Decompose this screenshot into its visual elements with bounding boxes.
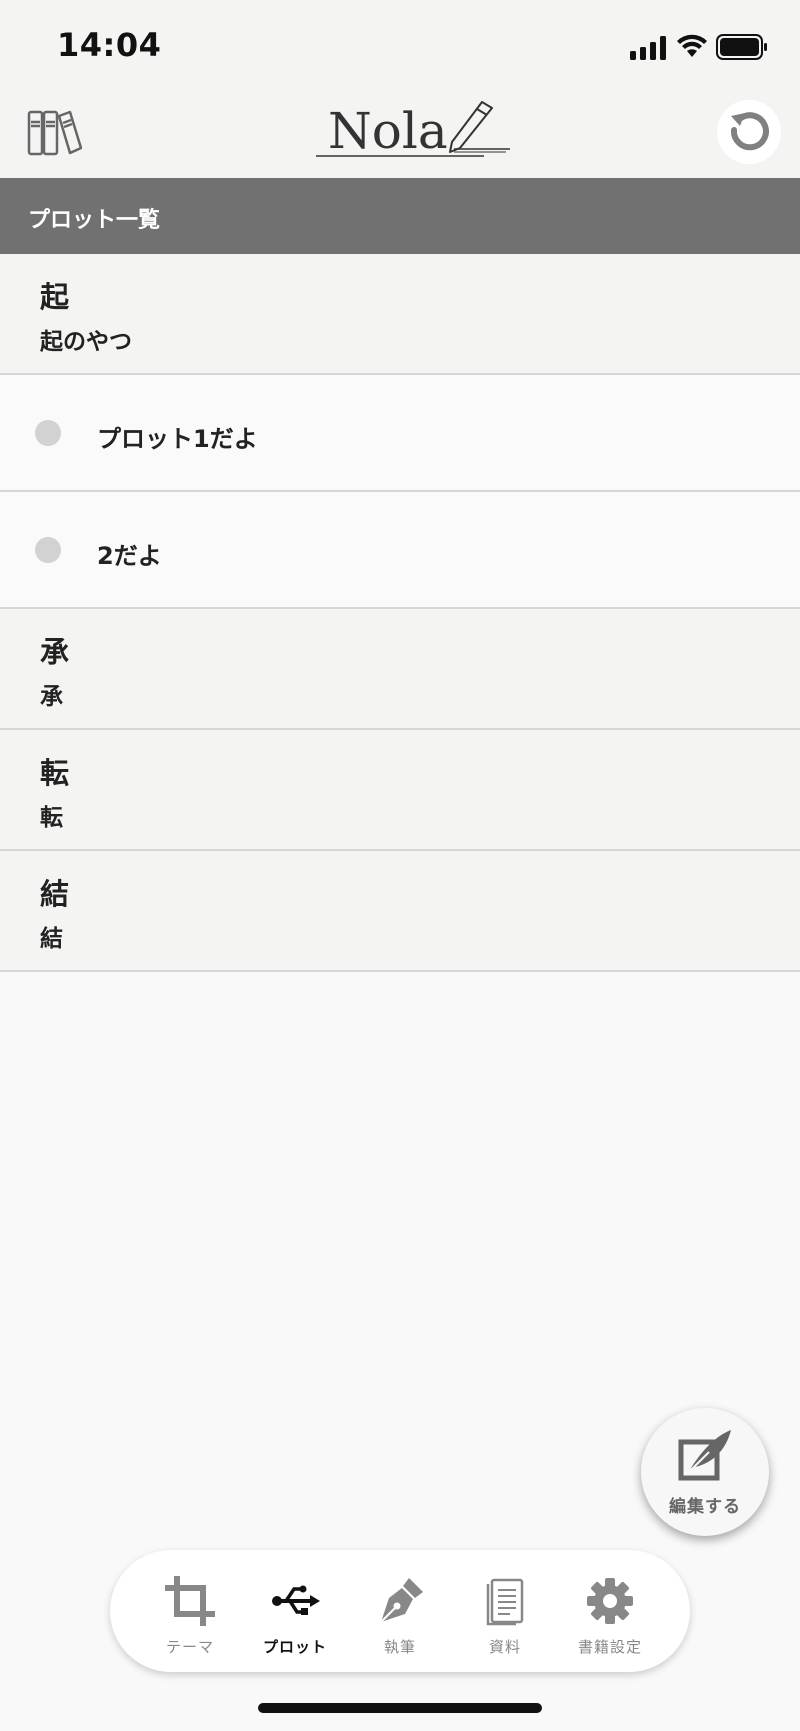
act-item-ki[interactable]: 起 起のやつ — [0, 254, 800, 375]
act-subtitle: 承 — [40, 684, 63, 710]
crop-icon — [165, 1576, 215, 1626]
gear-icon — [587, 1578, 633, 1624]
pen-nib-icon — [380, 1578, 423, 1623]
act-item-sho[interactable]: 承 承 — [0, 609, 800, 730]
battery-icon — [716, 34, 767, 60]
refresh-button[interactable] — [717, 100, 781, 164]
edit-button[interactable]: 編集する — [641, 1408, 769, 1536]
tab-writing[interactable]: 執筆 — [348, 1550, 452, 1672]
act-subtitle: 結 — [40, 926, 63, 952]
act-item-ketsu[interactable]: 結 結 — [0, 851, 800, 972]
plot-list-header: プロット一覧 — [0, 178, 800, 254]
cellular-signal-icon — [630, 36, 666, 60]
timeline-dot — [35, 537, 61, 563]
edit-button-label: 編集する — [669, 1497, 741, 1517]
tab-label: 資料 — [488, 1638, 521, 1656]
act-title: 転 — [40, 756, 70, 790]
act-title: 承 — [40, 635, 70, 669]
act-subtitle: 転 — [40, 805, 63, 831]
refresh-icon — [730, 112, 769, 151]
app-header: Nola — [0, 92, 800, 178]
home-indicator — [258, 1703, 542, 1713]
plot-item[interactable]: プロット1だよ — [0, 375, 800, 492]
act-item-ten[interactable]: 転 転 — [0, 730, 800, 851]
document-icon — [486, 1578, 524, 1626]
tab-label: テーマ — [165, 1638, 214, 1656]
tab-label: 書籍設定 — [577, 1638, 642, 1656]
status-bar: 14:04 — [0, 0, 800, 92]
section-title: プロット一覧 — [28, 208, 161, 233]
tab-bar: テーマ プロット 執筆 資料 書籍設定 — [110, 1550, 690, 1672]
plot-title: 2だよ — [97, 542, 162, 570]
tab-materials[interactable]: 資料 — [453, 1550, 557, 1672]
edit-quill-icon — [678, 1430, 731, 1481]
timeline-dot — [35, 420, 61, 446]
plot-list: 起 起のやつ プロット1だよ 2だよ 承 承 転 転 結 結 — [0, 254, 800, 972]
logo-pen-icon — [316, 101, 510, 157]
tab-label: 執筆 — [383, 1638, 416, 1656]
act-title: 結 — [40, 877, 70, 911]
tab-theme[interactable]: テーマ — [138, 1550, 242, 1672]
tab-label: プロット — [262, 1638, 327, 1656]
app-logo: Nola — [314, 98, 514, 164]
act-title: 起 — [40, 280, 70, 314]
plot-item[interactable]: 2だよ — [0, 492, 800, 609]
plot-title: プロット1だよ — [97, 425, 258, 453]
tab-plot[interactable]: プロット — [243, 1550, 347, 1672]
wifi-icon — [677, 34, 707, 57]
status-time: 14:04 — [57, 26, 162, 64]
plot-group-ki: プロット1だよ 2だよ — [0, 375, 800, 609]
bookshelf-icon[interactable] — [26, 106, 82, 158]
tab-book-settings[interactable]: 書籍設定 — [558, 1550, 662, 1672]
act-subtitle: 起のやつ — [40, 329, 132, 355]
usb-icon — [272, 1585, 320, 1615]
